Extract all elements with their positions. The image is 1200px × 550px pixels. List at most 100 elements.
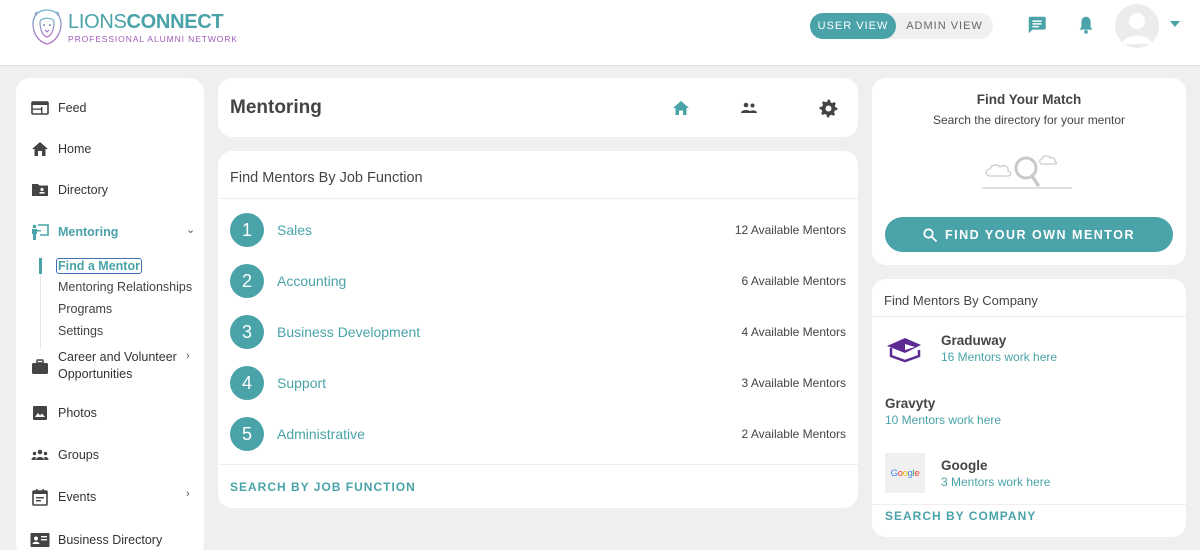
brand-tagline: PROFESSIONAL ALUMNI NETWORK: [68, 33, 238, 44]
home-icon: [32, 142, 48, 156]
company-mentor-count[interactable]: 3 Mentors work here: [941, 475, 1050, 489]
avatar[interactable]: [1115, 4, 1159, 48]
top-header: LIONSCONNECT PROFESSIONAL ALUMNI NETWORK…: [0, 0, 1200, 66]
job-function-row[interactable]: 4 Support 3 Available Mentors: [230, 366, 846, 400]
job-function-header: Find Mentors By Job Function: [230, 170, 423, 186]
search-by-job-function-link[interactable]: SEARCH BY JOB FUNCTION: [230, 480, 416, 494]
gear-icon[interactable]: [818, 98, 838, 118]
chevron-down-icon[interactable]: ⌄: [186, 223, 195, 236]
feed-icon: [31, 101, 49, 115]
find-your-own-mentor-label: FIND YOUR OWN MENTOR: [945, 227, 1135, 242]
job-number-badge: 2: [230, 264, 264, 298]
graduation-cap-icon: [887, 338, 921, 363]
sidebar-item-label: Events: [58, 489, 97, 504]
search-icon: [923, 227, 937, 242]
page-title-card: Mentoring: [218, 78, 858, 137]
sidebar-item-directory[interactable]: Directory: [16, 181, 204, 199]
submenu-active-indicator: [39, 258, 42, 274]
sidebar-item-events[interactable]: Events ›: [16, 488, 204, 506]
company-card: Find Mentors By Company Graduway 16 Ment…: [872, 279, 1186, 537]
job-function-row[interactable]: 2 Accounting 6 Available Mentors: [230, 264, 846, 298]
directory-icon: [32, 184, 48, 196]
divider: [872, 316, 1186, 317]
events-icon: [32, 489, 48, 506]
sidebar-item-photos[interactable]: Photos: [16, 404, 204, 422]
job-function-row[interactable]: 5 Administrative 2 Available Mentors: [230, 417, 846, 451]
chevron-right-icon[interactable]: ›: [186, 350, 190, 362]
business-card-icon: [30, 533, 50, 547]
company-row-google[interactable]: Google Google 3 Mentors work here: [885, 453, 1175, 493]
job-function-card: Find Mentors By Job Function 1 Sales 12 …: [218, 151, 858, 508]
chat-icon[interactable]: [1026, 14, 1048, 36]
user-view-button[interactable]: USER VIEW: [810, 13, 896, 39]
job-mentor-count: 3 Available Mentors: [741, 376, 846, 390]
submenu-settings[interactable]: Settings: [58, 324, 103, 338]
submenu-mentoring-relationships[interactable]: Mentoring Relationships: [58, 280, 192, 294]
find-your-match-card: Find Your Match Search the directory for…: [872, 78, 1186, 265]
search-clouds-illustration-icon: [982, 155, 1072, 189]
company-name: Graduway: [941, 333, 1007, 348]
company-row-gravyty[interactable]: Gravyty 10 Mentors work here: [885, 394, 1175, 430]
job-mentor-count: 6 Available Mentors: [741, 274, 846, 288]
match-title: Find Your Match: [976, 92, 1082, 107]
groups-icon: [31, 449, 49, 460]
sidebar-item-career[interactable]: Career and Volunteer Opportunities ›: [16, 349, 204, 383]
view-toggle: USER VIEW ADMIN VIEW: [810, 13, 993, 39]
job-number-badge: 5: [230, 417, 264, 451]
job-function-name[interactable]: Accounting: [277, 273, 346, 289]
lionsconnect-logo[interactable]: LIONSCONNECT PROFESSIONAL ALUMNI NETWORK: [30, 8, 238, 46]
page-title: Mentoring: [230, 97, 322, 118]
brand-name: LIONSCONNECT: [68, 11, 238, 33]
job-function-name[interactable]: Support: [277, 375, 326, 391]
job-number-badge: 1: [230, 213, 264, 247]
job-function-name[interactable]: Business Development: [277, 324, 420, 340]
people-icon[interactable]: [739, 98, 759, 118]
mentoring-icon: [32, 224, 49, 240]
chevron-right-icon[interactable]: ›: [186, 488, 190, 500]
company-name: Google: [941, 458, 988, 473]
brand-name-light: LIONS: [68, 10, 127, 33]
job-mentor-count: 12 Available Mentors: [734, 223, 846, 237]
company-mentor-count[interactable]: 10 Mentors work here: [885, 413, 1001, 427]
lion-logo-icon: [32, 9, 62, 45]
job-mentor-count: 2 Available Mentors: [741, 427, 846, 441]
sidebar-item-label: Mentoring: [58, 224, 119, 239]
company-header: Find Mentors By Company: [884, 293, 1038, 308]
photo-icon: [33, 406, 47, 420]
job-function-name[interactable]: Administrative: [277, 426, 365, 442]
sidebar-item-label: Groups: [58, 447, 99, 462]
sidebar-item-label: Business Directory: [58, 532, 163, 547]
brand-name-bold: CONNECT: [126, 10, 224, 33]
company-row-graduway[interactable]: Graduway 16 Mentors work here: [885, 328, 1175, 368]
sidebar-item-label: Home: [58, 141, 92, 156]
sidebar-item-label: Directory: [58, 182, 109, 197]
sidebar-item-feed[interactable]: Feed: [16, 99, 204, 117]
briefcase-icon: [32, 359, 48, 374]
job-function-name[interactable]: Sales: [277, 222, 312, 238]
company-name: Gravyty: [885, 396, 936, 411]
sidebar-item-label-line1: Career and Volunteer: [58, 350, 177, 364]
google-logo: Google: [885, 453, 925, 493]
job-number-badge: 4: [230, 366, 264, 400]
job-function-row[interactable]: 1 Sales 12 Available Mentors: [230, 213, 846, 247]
sidebar-item-label: Photos: [58, 405, 97, 420]
home-icon[interactable]: [671, 98, 691, 118]
sidebar-item-groups[interactable]: Groups: [16, 446, 204, 464]
job-mentor-count: 4 Available Mentors: [741, 325, 846, 339]
divider: [872, 504, 1186, 505]
submenu-programs[interactable]: Programs: [58, 302, 112, 316]
submenu-find-a-mentor[interactable]: Find a Mentor: [56, 258, 142, 274]
search-by-company-link[interactable]: SEARCH BY COMPANY: [885, 509, 1036, 523]
sidebar-nav: Feed Home Directory Mentoring ⌄ Find a M…: [16, 78, 204, 550]
find-your-own-mentor-button[interactable]: FIND YOUR OWN MENTOR: [885, 217, 1173, 252]
sidebar-item-mentoring[interactable]: Mentoring ⌄: [16, 223, 204, 241]
sidebar-item-label: Feed: [58, 100, 87, 115]
job-number-badge: 3: [230, 315, 264, 349]
company-mentor-count[interactable]: 16 Mentors work here: [941, 350, 1057, 364]
admin-view-button[interactable]: ADMIN VIEW: [896, 13, 993, 39]
sidebar-item-home[interactable]: Home: [16, 140, 204, 158]
job-function-row[interactable]: 3 Business Development 4 Available Mento…: [230, 315, 846, 349]
sidebar-item-business-directory[interactable]: Business Directory: [16, 531, 204, 549]
bell-icon[interactable]: [1075, 14, 1097, 36]
caret-down-icon[interactable]: [1170, 21, 1180, 27]
